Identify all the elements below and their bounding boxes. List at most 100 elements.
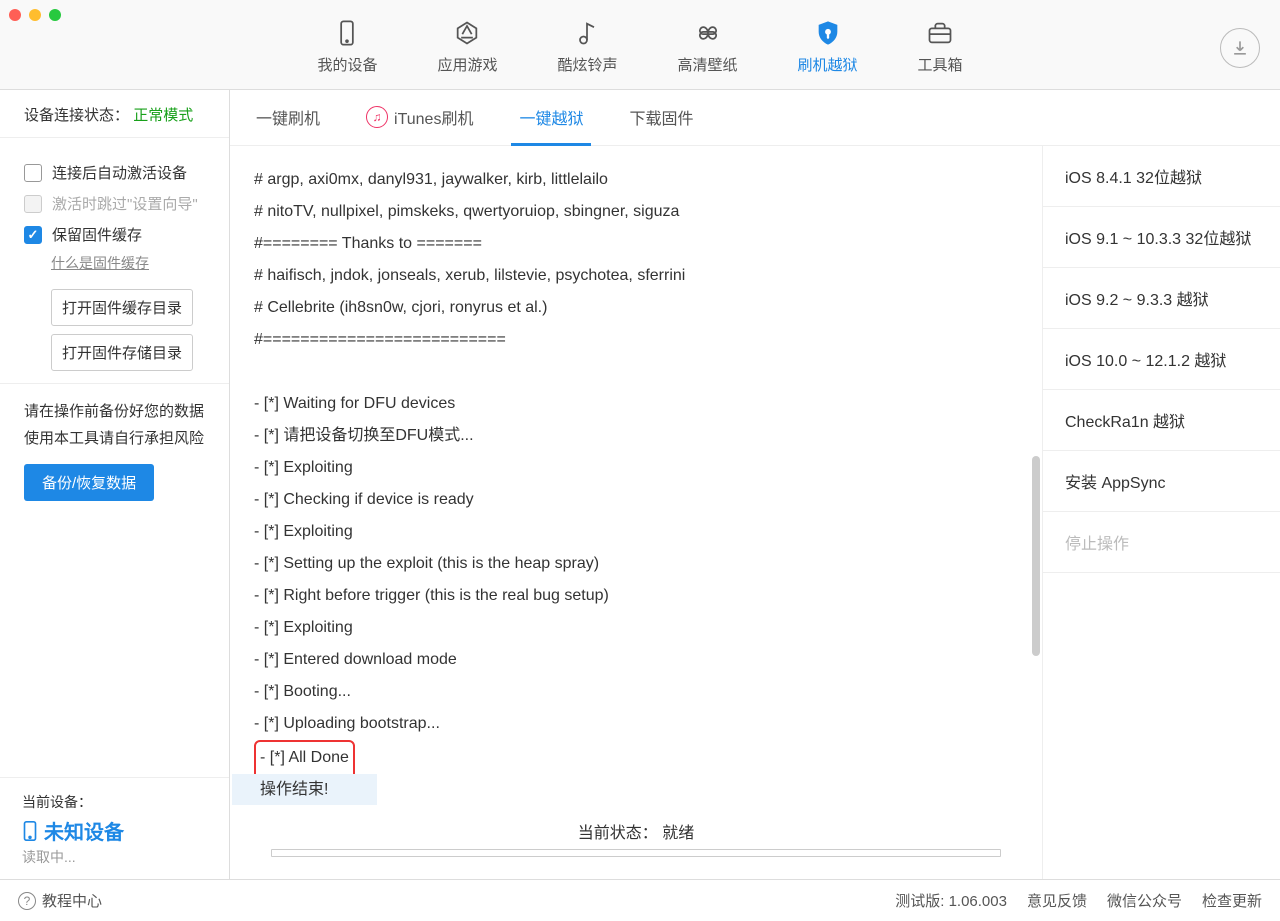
- check-update-link[interactable]: 检查更新: [1202, 890, 1262, 911]
- what-is-cache-link[interactable]: 什么是固件缓存: [51, 253, 149, 273]
- connection-status: 设备连接状态： 正常模式: [24, 104, 211, 125]
- tab-label: 我的设备: [317, 54, 377, 75]
- subtab-one-key-jailbreak[interactable]: 一键越狱: [519, 105, 583, 131]
- tab-label: 刷机越狱: [798, 54, 858, 75]
- subtab-itunes-flash[interactable]: ♫ iTunes刷机: [366, 105, 473, 131]
- help-center-link[interactable]: ? 教程中心: [18, 890, 102, 911]
- status-label: 当前状态：: [578, 825, 658, 842]
- warn-line: 使用本工具请自行承担风险: [24, 425, 211, 452]
- tab-apps[interactable]: 应用游戏: [437, 18, 497, 75]
- subtab-label: iTunes刷机: [394, 105, 473, 129]
- jailbreak-option: 停止操作: [1043, 512, 1280, 573]
- clover-icon: [694, 18, 722, 48]
- checkbox-label: 激活时跳过"设置向导": [52, 193, 198, 214]
- jailbreak-option[interactable]: iOS 10.0 ~ 12.1.2 越狱: [1043, 329, 1280, 390]
- jailbreak-option[interactable]: iOS 8.4.1 32位越狱: [1043, 146, 1280, 207]
- log-line: #==========================: [254, 324, 1018, 356]
- help-icon: ?: [18, 892, 36, 910]
- checkbox-keep-cache-row[interactable]: 保留固件缓存: [24, 224, 211, 245]
- feedback-link[interactable]: 意见反馈: [1027, 890, 1087, 911]
- tab-label: 应用游戏: [437, 54, 497, 75]
- warning-text: 请在操作前备份好您的数据 使用本工具请自行承担风险: [24, 398, 211, 452]
- subtab-label: 一键刷机: [256, 105, 320, 129]
- log-line: - [*] Setting up the exploit (this is th…: [254, 548, 1018, 580]
- status-value: 就绪: [662, 825, 694, 842]
- log-line: - [*] Exploiting: [254, 516, 1018, 548]
- subtab-download-firmware[interactable]: 下载固件: [629, 105, 693, 131]
- device-reading-status: 读取中...: [22, 847, 211, 867]
- version-text: 测试版: 1.06.003: [895, 890, 1007, 911]
- status-bar: 当前状态： 就绪: [230, 805, 1042, 879]
- jailbreak-option[interactable]: 安装 AppSync: [1043, 451, 1280, 512]
- log-line: # Cellebrite (ih8sn0w, cjori, ronyrus et…: [254, 292, 1018, 324]
- sidebar: 设备连接状态： 正常模式 连接后自动激活设备 激活时跳过"设置向导" 保留固件缓…: [0, 90, 230, 879]
- titlebar: 我的设备 应用游戏 酷炫铃声 高清壁纸 刷机越狱: [0, 0, 1280, 90]
- log-line: - [*] 请把设备切换至DFU模式...: [254, 420, 1018, 452]
- checkbox-label: 连接后自动激活设备: [52, 162, 187, 183]
- current-device-name[interactable]: 未知设备: [22, 816, 211, 845]
- subtab-label: 下载固件: [629, 105, 693, 129]
- conn-status-label: 设备连接状态：: [24, 107, 129, 124]
- downloads-button[interactable]: [1220, 28, 1260, 68]
- log-line: - [*] Exploiting: [254, 452, 1018, 484]
- minimize-window-button[interactable]: [29, 9, 41, 21]
- log-line: - [*] Exploiting: [254, 612, 1018, 644]
- checkbox-auto-activate-row[interactable]: 连接后自动激活设备: [24, 162, 211, 183]
- checkbox-skip-setup: [24, 195, 42, 213]
- current-device-section: 当前设备： 未知设备 读取中...: [0, 777, 229, 879]
- subtab-bar: 一键刷机 ♫ iTunes刷机 一键越狱 下载固件: [230, 90, 1280, 146]
- log-line: - [*] Checking if device is ready: [254, 484, 1018, 516]
- checkbox-auto-activate[interactable]: [24, 164, 42, 182]
- open-cache-dir-button[interactable]: 打开固件缓存目录: [51, 289, 193, 326]
- log-line: # argp, axi0mx, danyl931, jaywalker, kir…: [254, 164, 1018, 196]
- jailbreak-option[interactable]: iOS 9.2 ~ 9.3.3 越狱: [1043, 268, 1280, 329]
- warn-line: 请在操作前备份好您的数据: [24, 398, 211, 425]
- tab-wallpapers[interactable]: 高清壁纸: [678, 18, 738, 75]
- subtab-label: 一键越狱: [519, 105, 583, 129]
- music-note-icon: [573, 18, 601, 48]
- log-line: [254, 356, 1018, 388]
- jailbreak-option[interactable]: CheckRa1n 越狱: [1043, 390, 1280, 451]
- log-line: 操作结束!: [232, 774, 377, 805]
- device-name-text: 未知设备: [44, 816, 124, 845]
- backup-restore-button[interactable]: 备份/恢复数据: [24, 464, 154, 501]
- app-store-icon: [453, 18, 481, 48]
- footer: ? 教程中心 测试版: 1.06.003 意见反馈 微信公众号 检查更新: [0, 879, 1280, 921]
- wechat-link[interactable]: 微信公众号: [1107, 890, 1182, 911]
- conn-status-value: 正常模式: [133, 107, 193, 124]
- open-store-dir-button[interactable]: 打开固件存储目录: [51, 334, 193, 371]
- log-line: - [*] Entered download mode: [254, 644, 1018, 676]
- checkbox-keep-cache[interactable]: [24, 226, 42, 244]
- help-center-label: 教程中心: [42, 890, 102, 911]
- tab-flash-jailbreak[interactable]: 刷机越狱: [798, 18, 858, 75]
- tab-toolbox[interactable]: 工具箱: [918, 18, 963, 75]
- log-line: - [*] Booting...: [254, 676, 1018, 708]
- tab-label: 酷炫铃声: [557, 54, 617, 75]
- tab-label: 高清壁纸: [678, 54, 738, 75]
- log-panel: # argp, axi0mx, danyl931, jaywalker, kir…: [230, 146, 1043, 879]
- log-area[interactable]: # argp, axi0mx, danyl931, jaywalker, kir…: [230, 146, 1042, 805]
- jailbreak-option[interactable]: iOS 9.1 ~ 10.3.3 32位越狱: [1043, 207, 1280, 268]
- log-line: #======== Thanks to =======: [254, 228, 1018, 260]
- tab-label: 工具箱: [918, 54, 963, 75]
- main-content: 一键刷机 ♫ iTunes刷机 一键越狱 下载固件 # argp, axi0mx…: [230, 90, 1280, 879]
- top-nav: 我的设备 应用游戏 酷炫铃声 高清壁纸 刷机越狱: [0, 0, 1280, 75]
- current-device-label: 当前设备：: [22, 792, 211, 812]
- log-line: # haifisch, jndok, jonseals, xerub, lils…: [254, 260, 1018, 292]
- close-window-button[interactable]: [9, 9, 21, 21]
- maximize-window-button[interactable]: [49, 9, 61, 21]
- log-line: - [*] Uploading bootstrap...: [254, 708, 1018, 740]
- device-icon: [333, 18, 361, 48]
- log-line: - [*] All Done: [260, 742, 349, 774]
- tab-ringtones[interactable]: 酷炫铃声: [557, 18, 617, 75]
- scrollbar-thumb[interactable]: [1032, 456, 1040, 656]
- checkbox-skip-setup-row: 激活时跳过"设置向导": [24, 193, 211, 214]
- window-controls: [9, 9, 61, 21]
- log-line: # nitoTV, nullpixel, pimskeks, qwertyoru…: [254, 196, 1018, 228]
- progress-bar: [271, 849, 1001, 857]
- subtab-one-key-flash[interactable]: 一键刷机: [256, 105, 320, 131]
- shield-icon: [814, 18, 842, 48]
- tab-my-device[interactable]: 我的设备: [317, 18, 377, 75]
- highlighted-completion-box: - [*] All Done 操作结束!: [254, 740, 355, 805]
- phone-icon: [22, 820, 38, 842]
